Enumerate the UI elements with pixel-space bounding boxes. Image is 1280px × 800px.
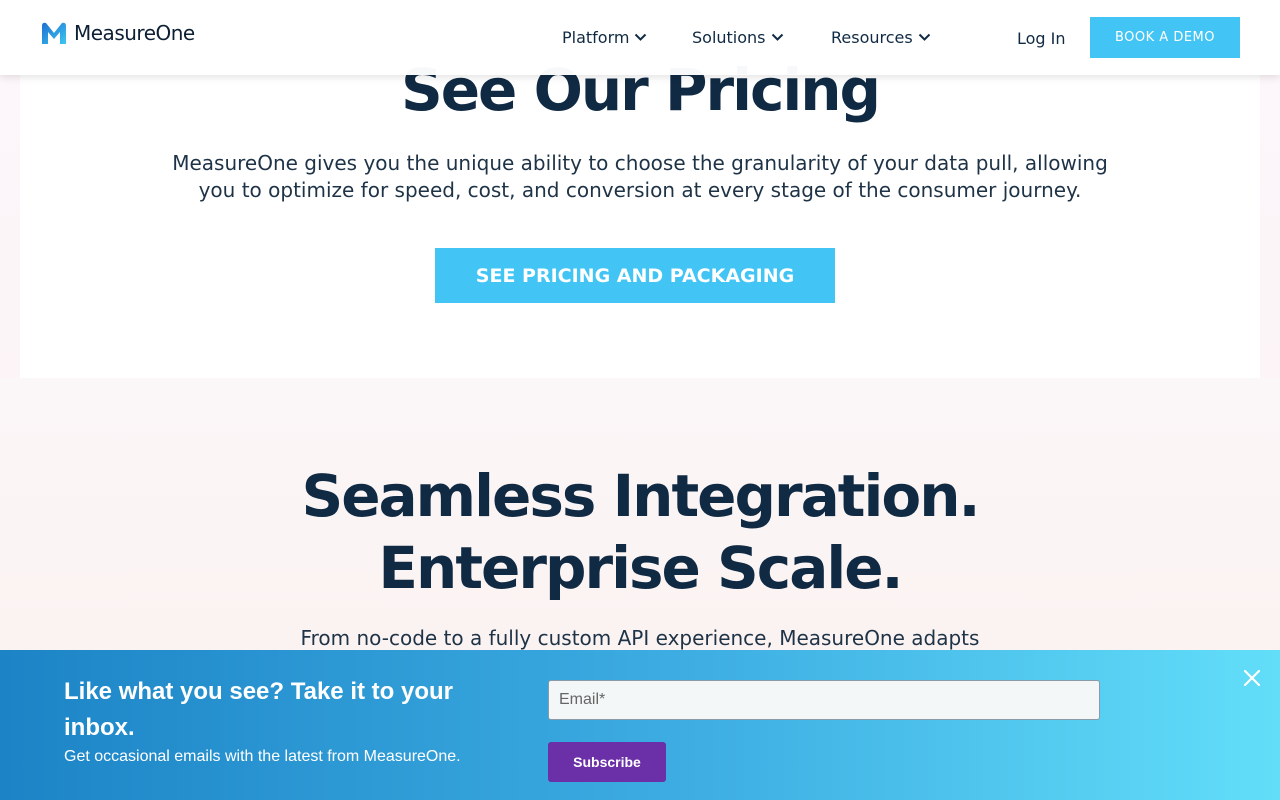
chevron-down-icon <box>635 33 647 41</box>
integration-title-line1: Seamless Integration. <box>301 462 980 530</box>
login-link[interactable]: Log In <box>1017 29 1066 48</box>
integration-title-line2: Enterprise Scale. <box>378 534 903 602</box>
book-demo-button[interactable]: BOOK A DEMO <box>1090 17 1240 58</box>
nav-resources-label: Resources <box>831 28 913 47</box>
measureone-logo-icon <box>42 22 66 44</box>
close-banner-button[interactable] <box>1242 668 1262 688</box>
see-pricing-button[interactable]: SEE PRICING AND PACKAGING <box>435 248 835 303</box>
logo-text: MeasureOne <box>74 21 195 45</box>
site-header: MeasureOne Platform Solutions Resources … <box>0 0 1280 75</box>
chevron-down-icon <box>918 33 930 41</box>
integration-title: Seamless Integration. Enterprise Scale. <box>0 460 1280 604</box>
nav-platform-label: Platform <box>562 28 630 47</box>
pricing-description: MeasureOne gives you the unique ability … <box>172 151 1108 202</box>
nav-platform[interactable]: Platform <box>562 28 647 47</box>
subscribe-button[interactable]: Subscribe <box>548 742 666 782</box>
nav-resources[interactable]: Resources <box>831 28 931 47</box>
integration-description: From no-code to a fully custom API exper… <box>300 626 980 650</box>
chevron-down-icon <box>771 33 783 41</box>
nav-solutions[interactable]: Solutions <box>692 28 784 47</box>
newsletter-subtext: Get occasional emails with the latest fr… <box>64 748 461 765</box>
newsletter-heading: Like what you see? Take it to your inbox… <box>64 678 453 741</box>
close-icon <box>1243 669 1261 687</box>
email-field[interactable] <box>548 680 1100 720</box>
nav-solutions-label: Solutions <box>692 28 766 47</box>
logo[interactable]: MeasureOne <box>40 20 195 46</box>
